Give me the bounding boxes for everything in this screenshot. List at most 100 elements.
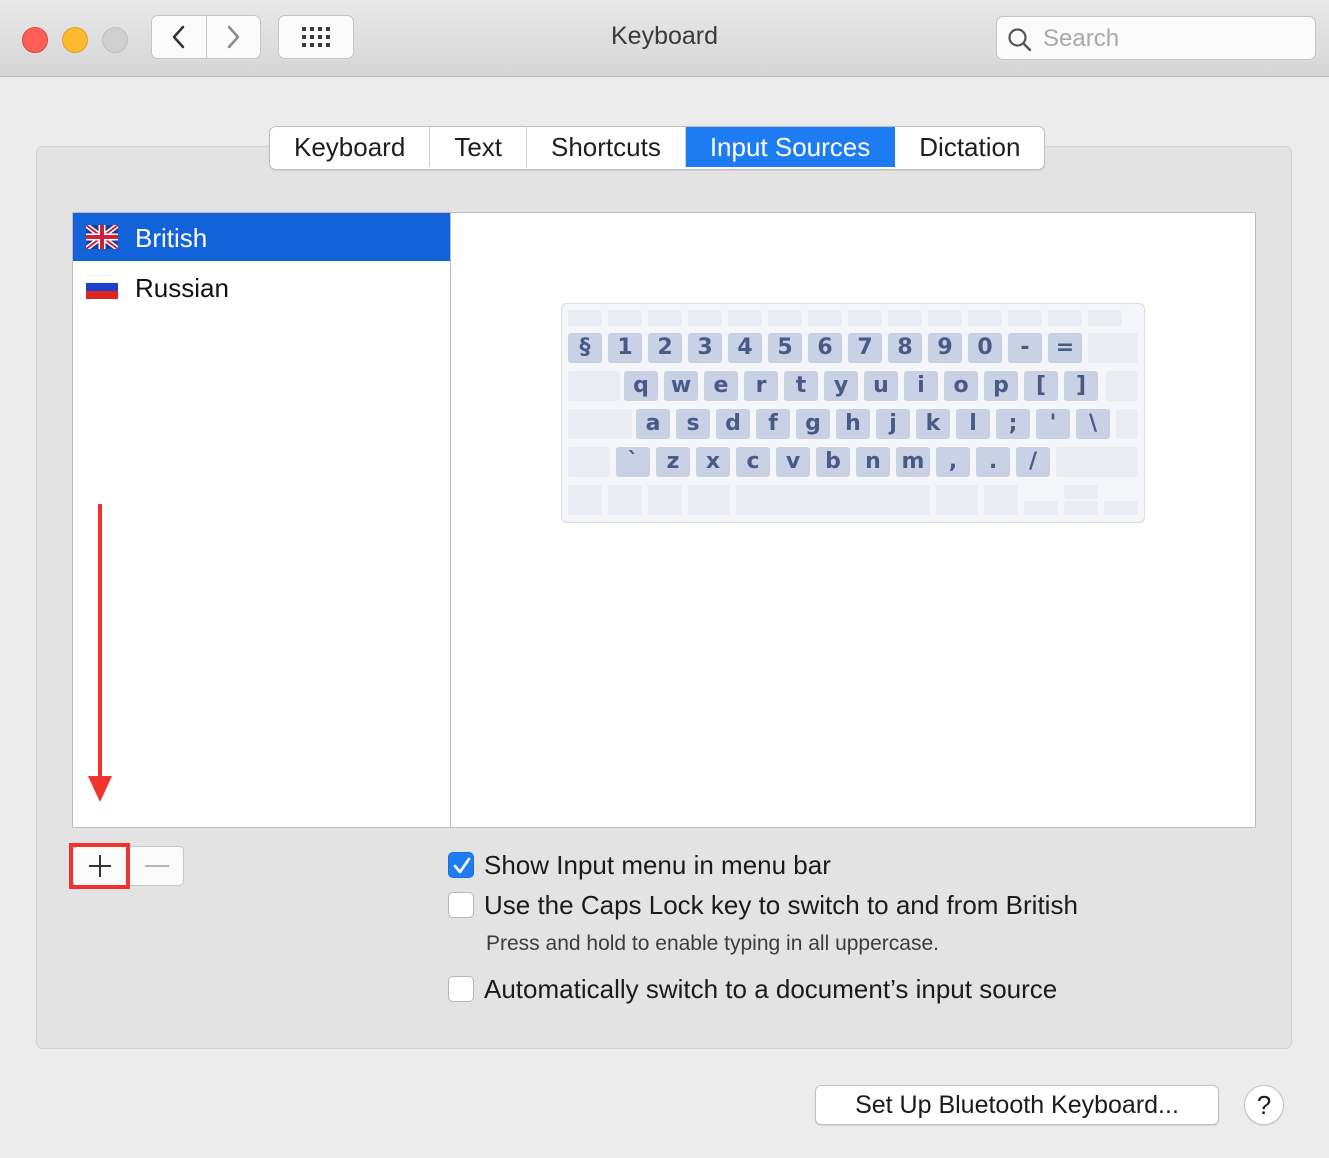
keyboard-key: § — [568, 333, 602, 363]
keyboard-key: n — [856, 447, 890, 477]
keyboard-key: ` — [616, 447, 650, 477]
show-input-menu-checkbox[interactable] — [448, 852, 474, 878]
keyboard-key: ' — [1036, 409, 1070, 439]
blank-key — [1008, 310, 1042, 326]
keyboard-key: t — [784, 371, 818, 401]
keyboard-key: 2 — [648, 333, 682, 363]
keyboard-key: v — [776, 447, 810, 477]
keyboard-key: \ — [1076, 409, 1110, 439]
blank-key — [608, 310, 642, 326]
blank-key — [936, 485, 978, 515]
add-input-source-button[interactable] — [69, 843, 130, 889]
blank-key — [968, 310, 1002, 326]
help-button[interactable]: ? — [1244, 1085, 1284, 1125]
blank-key — [608, 485, 642, 515]
tab-shortcuts[interactable]: Shortcuts — [527, 127, 686, 167]
keyboard-key: z — [656, 447, 690, 477]
uk-flag-icon — [86, 225, 118, 249]
russia-flag-icon — [86, 275, 118, 299]
blank-key — [736, 485, 930, 515]
keyboard-key: i — [904, 371, 938, 401]
keyboard-key: ; — [996, 409, 1030, 439]
keyboard-key: 9 — [928, 333, 962, 363]
keyboard-key: r — [744, 371, 778, 401]
keyboard-key: . — [976, 447, 1010, 477]
blank-key — [648, 310, 682, 326]
blank-key — [808, 310, 842, 326]
input-source-label: Russian — [135, 273, 229, 304]
keyboard-key: 0 — [968, 333, 1002, 363]
search-icon — [1007, 27, 1033, 53]
keyboard-key: - — [1008, 333, 1042, 363]
keyboard-key: g — [796, 409, 830, 439]
keyboard-key: 6 — [808, 333, 842, 363]
keyboard-key: 4 — [728, 333, 762, 363]
keyboard-key: y — [824, 371, 858, 401]
keyboard-key: l — [956, 409, 990, 439]
title-bar: Keyboard Search — [0, 0, 1329, 77]
keyboard-key: e — [704, 371, 738, 401]
keyboard-key: h — [836, 409, 870, 439]
keyboard-key: [ — [1024, 371, 1058, 401]
keyboard-key: x — [696, 447, 730, 477]
keyboard-key: a — [636, 409, 670, 439]
blank-key — [568, 485, 602, 515]
set-up-bluetooth-keyboard-button[interactable]: Set Up Bluetooth Keyboard... — [815, 1085, 1219, 1125]
blank-key — [688, 485, 730, 515]
keyboard-key: 8 — [888, 333, 922, 363]
input-source-item-british[interactable]: British — [73, 213, 451, 261]
keyboard-key: / — [1016, 447, 1050, 477]
keyboard-key: d — [716, 409, 750, 439]
blank-key — [688, 310, 722, 326]
blank-key — [984, 485, 1018, 515]
keyboard-key: m — [896, 447, 930, 477]
checkmark-icon — [452, 856, 472, 876]
minus-icon — [145, 864, 169, 868]
tab-keyboard[interactable]: Keyboard — [270, 127, 430, 167]
remove-input-source-button[interactable] — [132, 848, 182, 884]
caps-lock-hint-text: Press and hold to enable typing in all u… — [486, 932, 939, 956]
blank-key — [1088, 310, 1122, 326]
blank-key — [1064, 501, 1098, 515]
input-sources-list: British Russian — [72, 212, 452, 828]
auto-switch-label: Automatically switch to a document’s inp… — [484, 974, 1057, 1005]
keyboard-key: k — [916, 409, 950, 439]
blank-key — [1056, 447, 1138, 477]
keyboard-key: o — [944, 371, 978, 401]
keyboard-key: w — [664, 371, 698, 401]
keyboard-key: = — [1048, 333, 1082, 363]
blank-key — [1088, 333, 1138, 363]
plus-icon — [88, 854, 112, 878]
keyboard-key: 7 — [848, 333, 882, 363]
keyboard-key: 5 — [768, 333, 802, 363]
blank-key — [928, 310, 962, 326]
blank-key — [568, 409, 632, 439]
input-source-label: British — [135, 223, 207, 254]
caps-lock-switch-checkbox[interactable] — [448, 892, 474, 918]
blank-key — [568, 310, 602, 326]
blank-key — [648, 485, 682, 515]
blank-key — [848, 310, 882, 326]
blank-key — [1116, 409, 1138, 439]
keyboard-key: f — [756, 409, 790, 439]
search-placeholder: Search — [1043, 25, 1119, 53]
show-input-menu-label: Show Input menu in menu bar — [484, 850, 831, 881]
caps-lock-switch-label: Use the Caps Lock key to switch to and f… — [484, 890, 1078, 921]
input-source-item-russian[interactable]: Russian — [73, 263, 451, 311]
search-field[interactable]: Search — [996, 16, 1316, 60]
tab-bar: Keyboard Text Shortcuts Input Sources Di… — [269, 126, 1045, 170]
keyboard-key: 3 — [688, 333, 722, 363]
tab-input-sources[interactable]: Input Sources — [686, 127, 895, 167]
keyboard-key: b — [816, 447, 850, 477]
auto-switch-checkbox[interactable] — [448, 976, 474, 1002]
tab-text[interactable]: Text — [430, 127, 527, 167]
annotation-arrow-icon — [85, 504, 115, 804]
keyboard-layout-preview: §1234567890-=qwertyuiop[]asdfghjkl;'\`zx… — [561, 303, 1145, 523]
keyboard-key: c — [736, 447, 770, 477]
keyboard-key: ] — [1064, 371, 1098, 401]
tab-dictation[interactable]: Dictation — [895, 127, 1044, 167]
keyboard-key: p — [984, 371, 1018, 401]
blank-key — [568, 447, 610, 477]
blank-key — [1104, 501, 1138, 515]
keyboard-key: 1 — [608, 333, 642, 363]
